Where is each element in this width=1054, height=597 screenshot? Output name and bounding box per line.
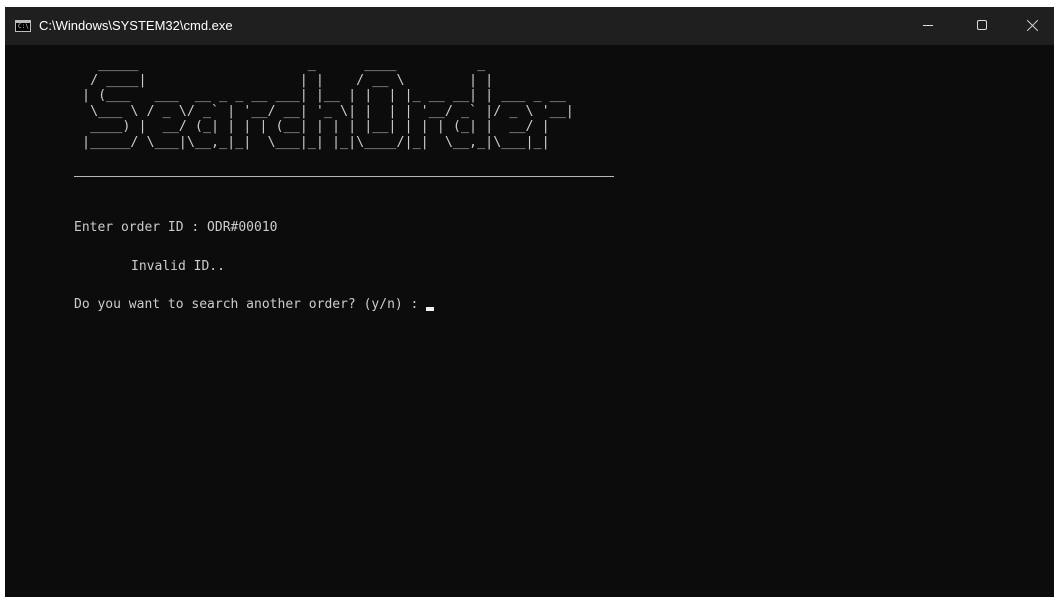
continue-prompt-text: Do you want to search another order? (y/… bbox=[74, 297, 427, 312]
ascii-banner: _____ _ ____ _ / ____| | | / __ \ | | | … bbox=[82, 57, 574, 150]
maximize-icon bbox=[977, 20, 987, 30]
order-id-line: Enter order ID : ODR#00010 bbox=[74, 220, 278, 235]
close-icon bbox=[1026, 19, 1039, 32]
console-app-icon: C:\ bbox=[15, 20, 31, 32]
console-output[interactable]: _____ _ ____ _ / ____| | | / __ \ | | | … bbox=[5, 45, 1054, 597]
title-bar[interactable]: C:\ C:\Windows\SYSTEM32\cmd.exe bbox=[5, 7, 1054, 45]
text-cursor bbox=[426, 307, 435, 311]
maximize-button[interactable] bbox=[959, 7, 1005, 45]
window-title: C:\Windows\SYSTEM32\cmd.exe bbox=[39, 18, 233, 33]
banner-underline bbox=[74, 176, 614, 177]
cmd-window: C:\ C:\Windows\SYSTEM32\cmd.exe _____ _ … bbox=[5, 7, 1054, 597]
minimize-icon bbox=[923, 25, 933, 26]
minimize-button[interactable] bbox=[905, 7, 951, 45]
continue-prompt-line[interactable]: Do you want to search another order? (y/… bbox=[74, 297, 435, 313]
invalid-id-message: Invalid ID.. bbox=[131, 259, 225, 274]
close-button[interactable] bbox=[1009, 7, 1054, 45]
